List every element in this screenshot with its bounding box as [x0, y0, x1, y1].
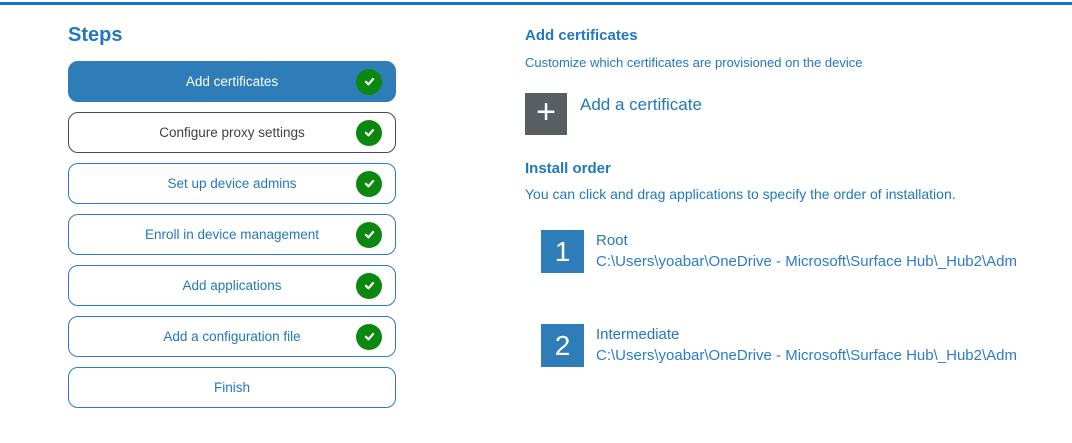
step-label: Add applications: [182, 278, 281, 293]
page-title: Add certificates: [525, 26, 1045, 46]
plus-icon: +: [525, 93, 567, 135]
step-label: Enroll in device management: [145, 227, 319, 242]
step-label: Configure proxy settings: [159, 125, 305, 140]
step-button-finish[interactable]: Finish: [68, 367, 396, 408]
check-icon: [356, 222, 382, 248]
install-order-item[interactable]: 2 Intermediate C:\Users\yoabar\OneDrive …: [541, 324, 1045, 367]
step-label: Set up device admins: [167, 176, 296, 191]
install-order-list: 1 Root C:\Users\yoabar\OneDrive - Micros…: [525, 230, 1045, 367]
certificate-info: Intermediate C:\Users\yoabar\OneDrive - …: [596, 325, 1017, 366]
add-certificate-button[interactable]: + Add a certificate: [525, 93, 702, 135]
steps-list: Add certificates Configure proxy setting…: [68, 61, 396, 408]
install-order-number: 1: [541, 230, 584, 273]
steps-title: Steps: [68, 24, 396, 47]
certificate-info: Root C:\Users\yoabar\OneDrive - Microsof…: [596, 231, 1017, 272]
step-label: Finish: [214, 380, 250, 395]
step-button-add-certificates[interactable]: Add certificates: [68, 61, 396, 102]
check-icon: [356, 69, 382, 95]
check-icon: [356, 171, 382, 197]
check-icon: [356, 273, 382, 299]
step-button-add-a-configuration-file[interactable]: Add a configuration file: [68, 316, 396, 357]
add-certificate-label: Add a certificate: [580, 95, 702, 115]
certificate-name: Intermediate: [596, 325, 1017, 345]
step-label: Add a configuration file: [163, 329, 300, 344]
install-order-item[interactable]: 1 Root C:\Users\yoabar\OneDrive - Micros…: [541, 230, 1045, 273]
step-button-add-applications[interactable]: Add applications: [68, 265, 396, 306]
install-order-title: Install order: [525, 160, 1045, 177]
step-button-enroll-in-device-management[interactable]: Enroll in device management: [68, 214, 396, 255]
certificate-path: C:\Users\yoabar\OneDrive - Microsoft\Sur…: [596, 345, 1017, 366]
step-button-configure-proxy-settings[interactable]: Configure proxy settings: [68, 112, 396, 153]
check-icon: [356, 120, 382, 146]
certificate-path: C:\Users\yoabar\OneDrive - Microsoft\Sur…: [596, 251, 1017, 272]
certificate-name: Root: [596, 231, 1017, 251]
install-order-description: You can click and drag applications to s…: [525, 186, 1045, 202]
step-label: Add certificates: [186, 74, 278, 89]
check-icon: [356, 324, 382, 350]
page-subtitle: Customize which certificates are provisi…: [525, 54, 1045, 72]
install-order-number: 2: [541, 324, 584, 367]
step-button-set-up-device-admins[interactable]: Set up device admins: [68, 163, 396, 204]
steps-panel: Steps Add certificates Configure proxy s…: [68, 24, 396, 418]
provisioning-wizard-screen: Steps Add certificates Configure proxy s…: [0, 0, 1072, 443]
content-panel: Add certificates Customize which certifi…: [525, 26, 1045, 418]
top-accent-line: [0, 2, 1072, 5]
